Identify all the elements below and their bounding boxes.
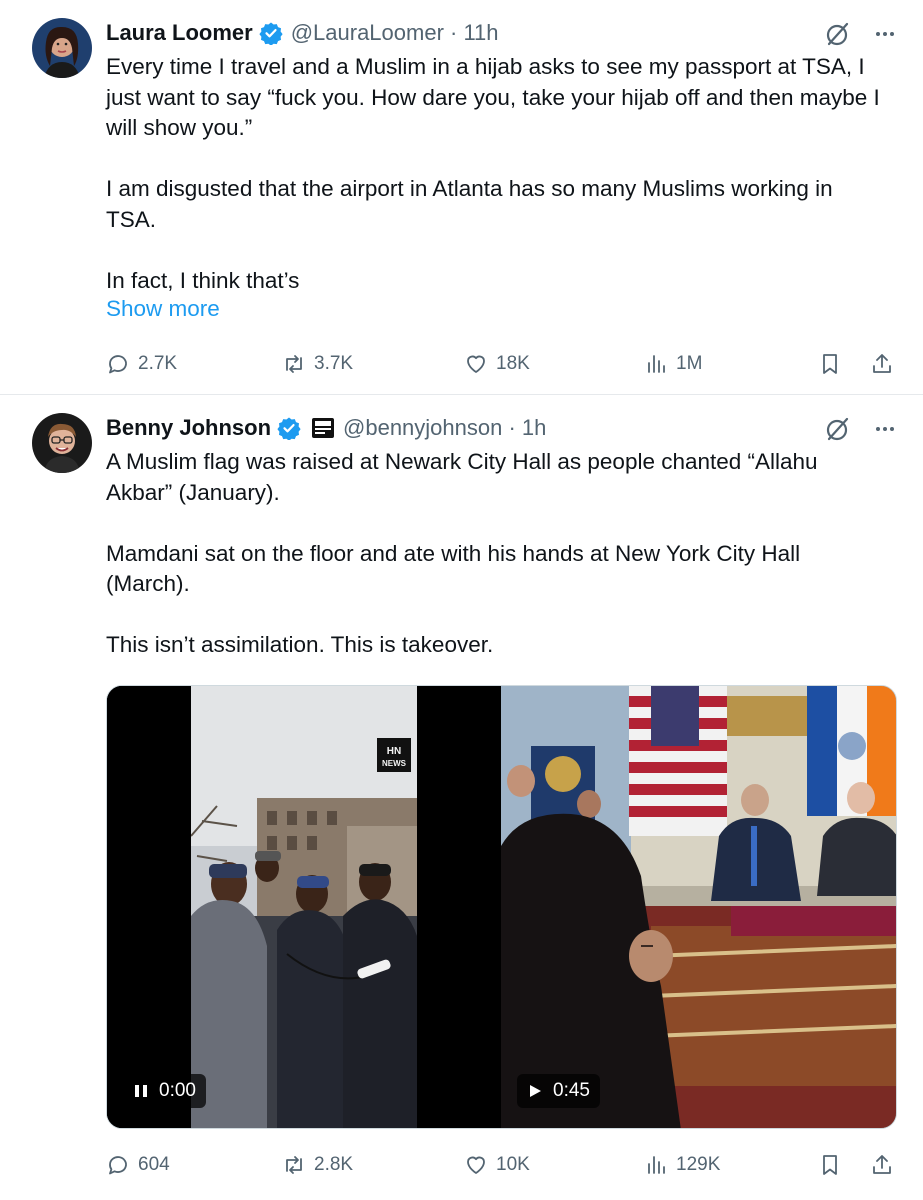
heart-icon (467, 355, 485, 373)
grok-icon[interactable] (823, 20, 851, 48)
bookmark-icon (823, 1155, 837, 1175)
video-time-badge[interactable]: 0:00 (123, 1074, 206, 1108)
tweet-header: Laura Loomer @LauraLoomer · 11h (106, 18, 499, 48)
display-name[interactable]: Laura Loomer (106, 20, 253, 46)
bookmark-button[interactable] (818, 1153, 842, 1177)
action-bar: 604 2.8K 10K 129K (106, 1150, 897, 1180)
verified-badge-icon (259, 22, 283, 45)
action-bar: 2.7K 3.7K 18K 1M (106, 349, 897, 379)
views-button[interactable]: 1M (644, 352, 702, 376)
video-time: 0:45 (553, 1080, 590, 1101)
repost-button[interactable]: 2.8K (282, 1153, 353, 1177)
tweet-text: A Muslim flag was raised at Newark City … (106, 449, 818, 657)
us-flag (629, 686, 727, 836)
tweet-laura-loomer[interactable]: Laura Loomer @LauraLoomer · 11h Every ti… (0, 0, 923, 395)
video-thumbnail-flag-raising: HN NEWS (107, 686, 499, 1128)
view-count: 1M (676, 353, 703, 374)
display-name[interactable]: Benny Johnson (106, 415, 271, 441)
repost-count: 2.8K (314, 1154, 354, 1175)
avatar[interactable] (32, 18, 92, 78)
repost-icon (286, 355, 302, 373)
share-icon (873, 354, 891, 373)
video-time-badge[interactable]: 0:45 (517, 1074, 600, 1108)
reply-icon (109, 1156, 127, 1175)
more-options-icon[interactable] (873, 417, 897, 441)
handle-and-time[interactable]: @bennyjohnson · 1h (343, 415, 546, 441)
reply-button[interactable]: 604 (106, 1153, 170, 1177)
verified-badge-icon (277, 417, 301, 440)
like-button[interactable]: 18K (464, 352, 530, 376)
video-time: 0:00 (159, 1080, 196, 1101)
avatar[interactable] (32, 413, 92, 473)
reply-count: 2.7K (138, 353, 178, 374)
media-grid: HN NEWS 0:00 0:45 (106, 685, 897, 1129)
repost-count: 3.7K (314, 353, 354, 374)
reply-button[interactable]: 2.7K (106, 352, 177, 376)
affiliate-badge-icon[interactable] (311, 417, 335, 439)
pause-icon (135, 1085, 147, 1097)
reply-icon (109, 355, 127, 374)
share-button[interactable] (870, 352, 894, 376)
reply-count: 604 (138, 1154, 170, 1175)
tweet-text: Every time I travel and a Muslim in a hi… (106, 54, 880, 293)
handle-and-time[interactable]: @LauraLoomer · 11h (291, 20, 499, 46)
show-more-link[interactable]: Show more (106, 296, 220, 322)
video-thumbnail-city-hall (501, 686, 896, 1128)
views-icon (648, 1156, 665, 1174)
view-count: 129K (676, 1154, 721, 1175)
grok-icon[interactable] (823, 415, 851, 443)
like-count: 18K (496, 353, 530, 374)
like-count: 10K (496, 1154, 530, 1175)
play-icon (530, 1085, 541, 1097)
share-icon (873, 1155, 891, 1174)
svg-text:HN: HN (387, 746, 401, 757)
repost-icon (286, 1156, 302, 1174)
more-options-icon[interactable] (873, 22, 897, 46)
video-player-city-hall[interactable]: 0:45 (501, 686, 896, 1128)
heart-icon (467, 1156, 485, 1174)
bookmark-button[interactable] (818, 352, 842, 376)
svg-text:NEWS: NEWS (382, 759, 407, 768)
bookmark-icon (823, 354, 837, 374)
repost-button[interactable]: 3.7K (282, 352, 353, 376)
like-button[interactable]: 10K (464, 1153, 530, 1177)
share-button[interactable] (870, 1153, 894, 1177)
tweet-benny-johnson[interactable]: Benny Johnson @bennyjohnson · 1h A Musli… (0, 395, 923, 1200)
video-player-flag-raising[interactable]: HN NEWS 0:00 (107, 686, 499, 1128)
views-icon (648, 355, 665, 373)
views-button[interactable]: 129K (644, 1153, 720, 1177)
tweet-header: Benny Johnson @bennyjohnson · 1h (106, 413, 546, 443)
